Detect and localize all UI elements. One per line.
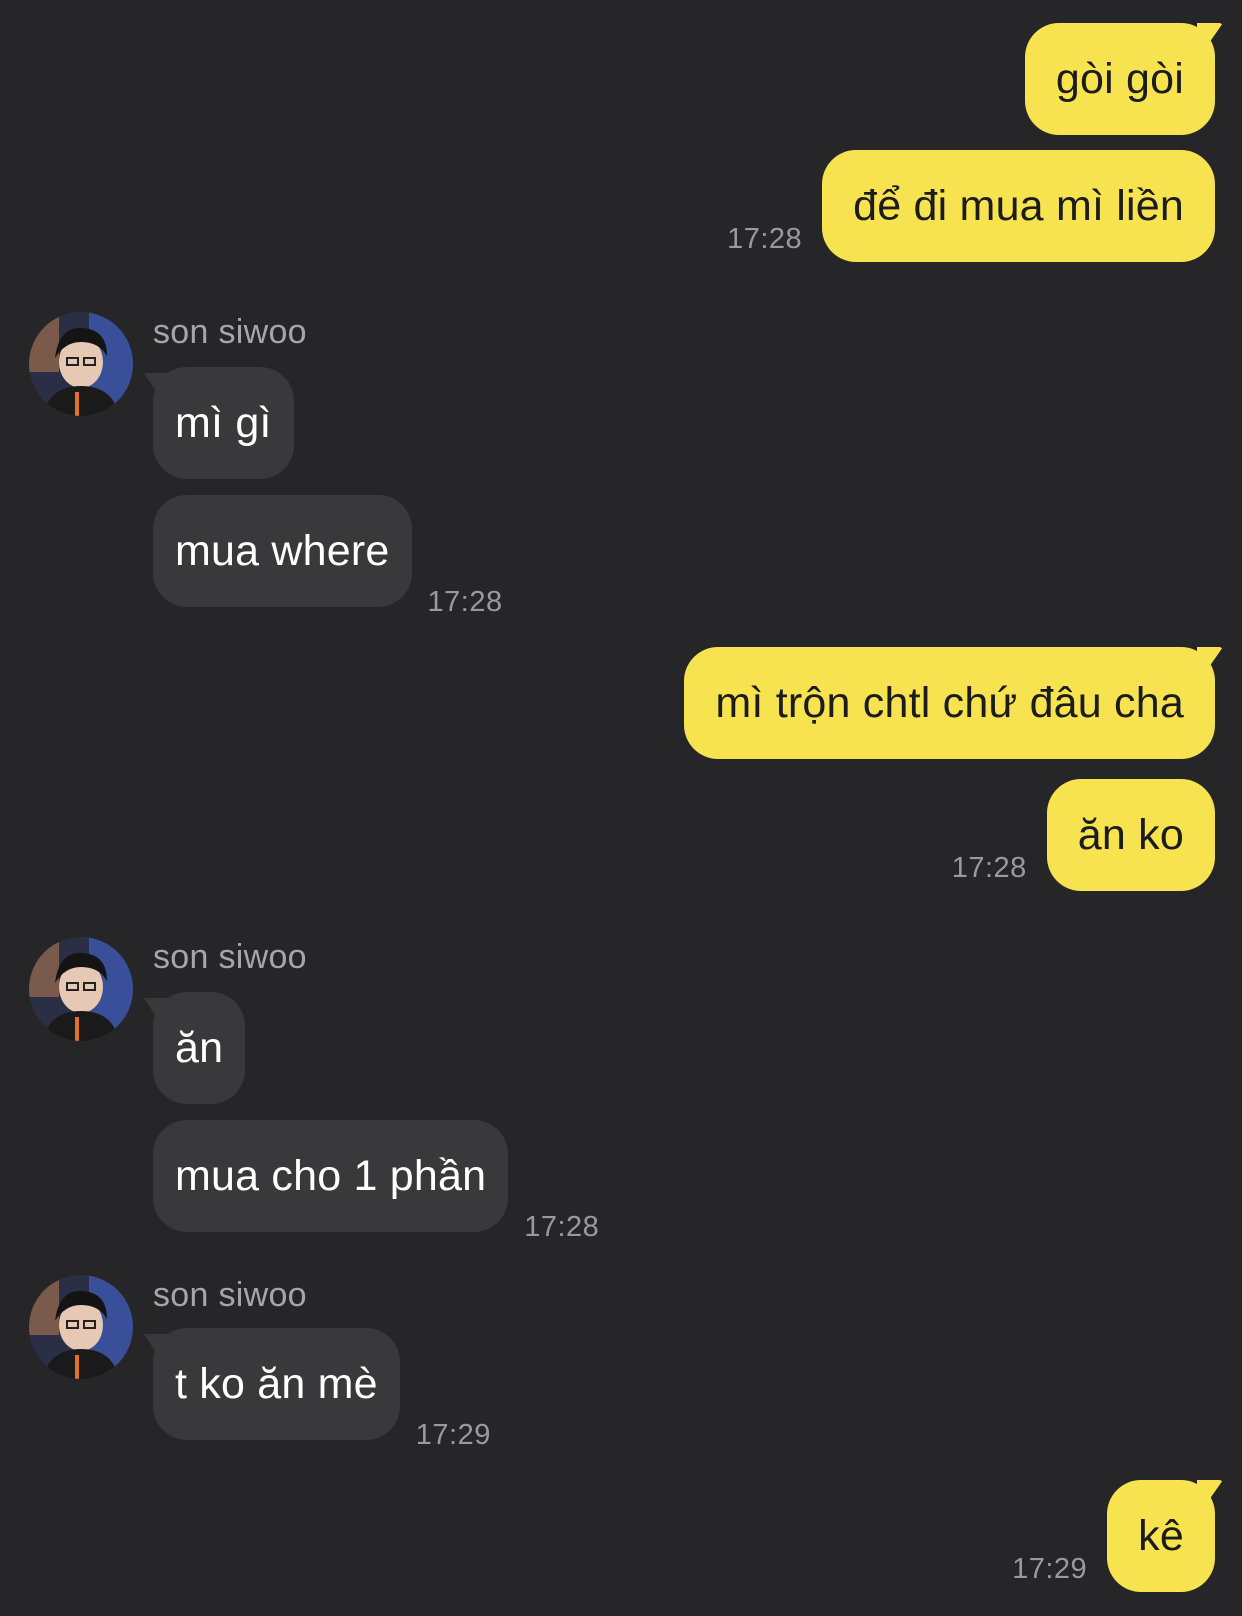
message-row: t ko ăn mè 17:29: [144, 1328, 491, 1450]
message-text: để đi mua mì liền: [853, 181, 1184, 230]
sender-name: son siwoo: [153, 313, 307, 351]
message-row: 17:29 kê: [1012, 1480, 1223, 1592]
message-bubble-incoming[interactable]: mì gì: [144, 367, 294, 479]
message-bubble-incoming[interactable]: t ko ăn mè: [144, 1328, 400, 1440]
bubble-tail: [1197, 1480, 1223, 1506]
message-bubble-outgoing[interactable]: gòi gòi: [1024, 23, 1223, 135]
message-row: 17:28 để đi mua mì liền: [727, 150, 1215, 262]
avatar-image-icon: [29, 312, 133, 416]
message-bubble-outgoing[interactable]: kê: [1107, 1480, 1223, 1592]
message-row: mua cho 1 phần 17:28: [153, 1120, 599, 1242]
message-text: kê: [1138, 1511, 1184, 1560]
message-bubble-outgoing[interactable]: ăn ko: [1046, 779, 1215, 891]
message-row: ăn: [144, 992, 246, 1104]
contact-avatar[interactable]: [29, 937, 133, 1041]
message-row: gòi gòi: [1024, 23, 1223, 135]
message-text: mua where: [175, 526, 390, 575]
message-text: ăn: [175, 1023, 224, 1072]
message-row: mì trộn chtl chứ đâu cha: [684, 647, 1223, 759]
message-text: gòi gòi: [1055, 54, 1184, 103]
bubble-tail: [144, 998, 170, 1022]
contact-avatar[interactable]: [29, 1275, 133, 1379]
contact-avatar[interactable]: [29, 312, 133, 416]
message-timestamp: 17:29: [415, 1419, 491, 1451]
message-row: mì gì: [144, 367, 294, 479]
message-text: mì trộn chtl chứ đâu cha: [715, 678, 1184, 727]
message-row: mua where 17:28: [153, 495, 503, 617]
bubble-tail: [1197, 23, 1223, 49]
message-text: mì gì: [175, 398, 272, 447]
message-timestamp: 17:28: [951, 852, 1027, 884]
bubble-tail: [144, 373, 170, 397]
message-text: mua cho 1 phần: [175, 1151, 487, 1200]
avatar-image-icon: [29, 937, 133, 1041]
message-bubble-outgoing[interactable]: để đi mua mì liền: [822, 150, 1215, 262]
sender-name: son siwoo: [153, 1276, 307, 1314]
message-bubble-outgoing[interactable]: mì trộn chtl chứ đâu cha: [684, 647, 1223, 759]
message-bubble-incoming[interactable]: mua cho 1 phần: [153, 1120, 509, 1232]
message-row: 17:28 ăn ko: [952, 779, 1215, 891]
message-timestamp: 17:28: [427, 586, 503, 618]
avatar-image-icon: [29, 1275, 133, 1379]
message-timestamp: 17:28: [524, 1211, 600, 1243]
message-bubble-incoming[interactable]: mua where: [153, 495, 412, 607]
message-text: t ko ăn mè: [175, 1359, 378, 1408]
bubble-tail: [144, 1334, 170, 1358]
sender-name: son siwoo: [153, 938, 307, 976]
message-bubble-incoming[interactable]: ăn: [144, 992, 246, 1104]
message-timestamp: 17:29: [1012, 1553, 1088, 1585]
message-timestamp: 17:28: [727, 223, 803, 255]
bubble-tail: [1197, 647, 1223, 673]
message-text: ăn ko: [1077, 810, 1184, 859]
